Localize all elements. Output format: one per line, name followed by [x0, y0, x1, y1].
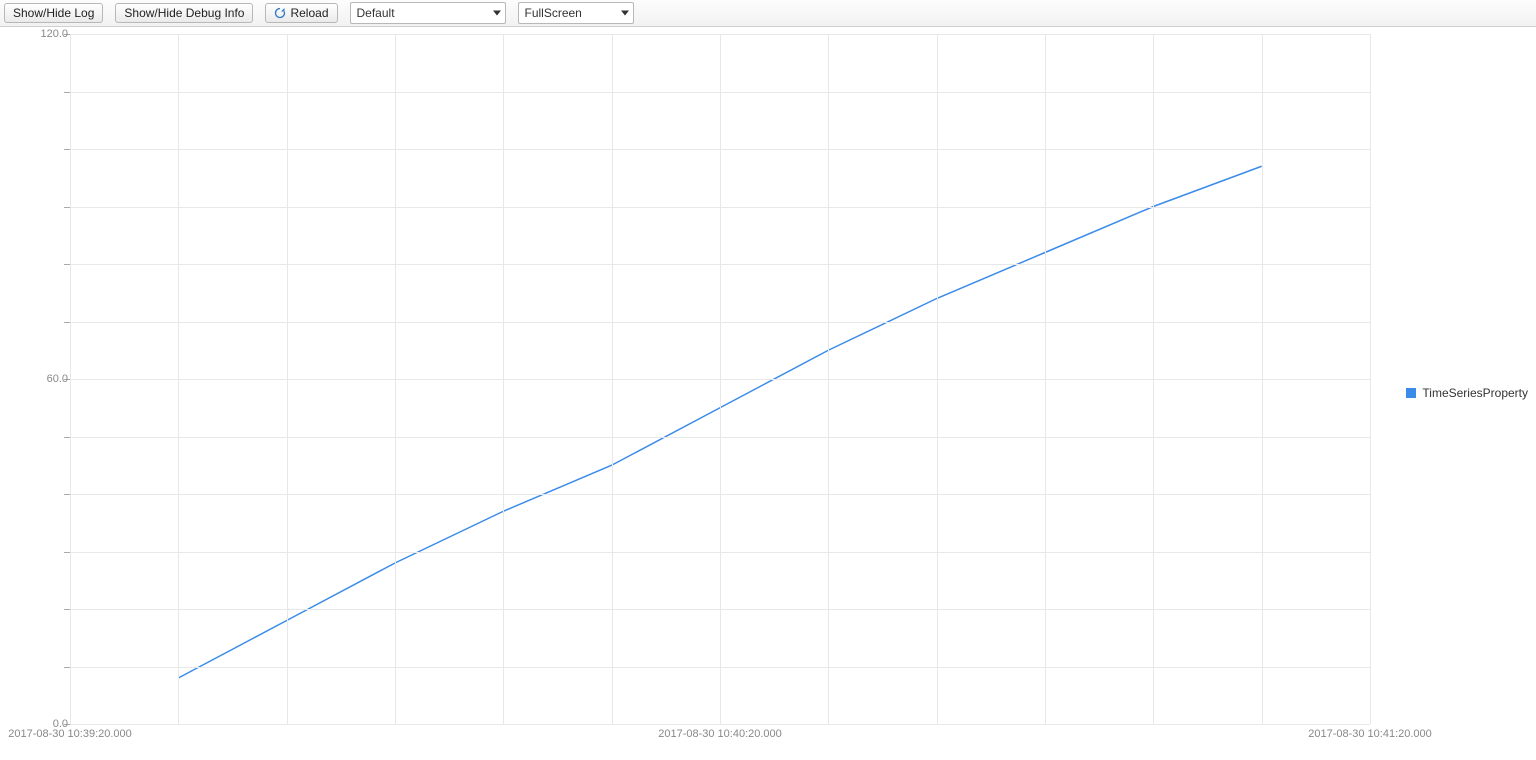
show-hide-debug-button[interactable]: Show/Hide Debug Info	[115, 3, 253, 23]
v-gridline	[937, 34, 938, 724]
x-tick-label: 2017-08-30 10:40:20.000	[658, 724, 782, 740]
x-tick-label: 2017-08-30 10:41:20.000	[1308, 724, 1432, 740]
legend-swatch	[1406, 388, 1416, 398]
show-hide-log-button[interactable]: Show/Hide Log	[4, 3, 103, 23]
v-gridline	[178, 34, 179, 724]
plot-area[interactable]: 0.060.0120.02017-08-30 10:39:20.0002017-…	[70, 34, 1370, 725]
chevron-down-icon	[621, 11, 629, 16]
v-gridline	[70, 34, 71, 724]
v-gridline	[503, 34, 504, 724]
reload-icon	[274, 7, 286, 19]
chart-container: 0.060.0120.02017-08-30 10:39:20.0002017-…	[0, 26, 1536, 760]
layout-select-value: Default	[357, 6, 395, 20]
v-gridline	[1370, 34, 1371, 724]
layout-select[interactable]: Default	[350, 2, 506, 24]
legend-label: TimeSeriesProperty	[1422, 386, 1528, 400]
toolbar: Show/Hide Log Show/Hide Debug Info Reloa…	[0, 0, 1536, 27]
reload-button[interactable]: Reload	[265, 3, 337, 23]
y-tick-label: 60.0	[47, 373, 70, 385]
v-gridline	[828, 34, 829, 724]
y-tick-label: 120.0	[40, 28, 70, 40]
v-gridline	[287, 34, 288, 724]
chevron-down-icon	[493, 11, 501, 16]
v-gridline	[1045, 34, 1046, 724]
view-mode-select-value: FullScreen	[525, 6, 582, 20]
legend: TimeSeriesProperty	[1406, 386, 1528, 400]
reload-button-label: Reload	[290, 6, 328, 20]
v-gridline	[395, 34, 396, 724]
x-tick-label: 2017-08-30 10:39:20.000	[8, 724, 132, 740]
v-gridline	[1153, 34, 1154, 724]
v-gridline	[1262, 34, 1263, 724]
view-mode-select[interactable]: FullScreen	[518, 2, 634, 24]
v-gridline	[720, 34, 721, 724]
v-gridline	[612, 34, 613, 724]
